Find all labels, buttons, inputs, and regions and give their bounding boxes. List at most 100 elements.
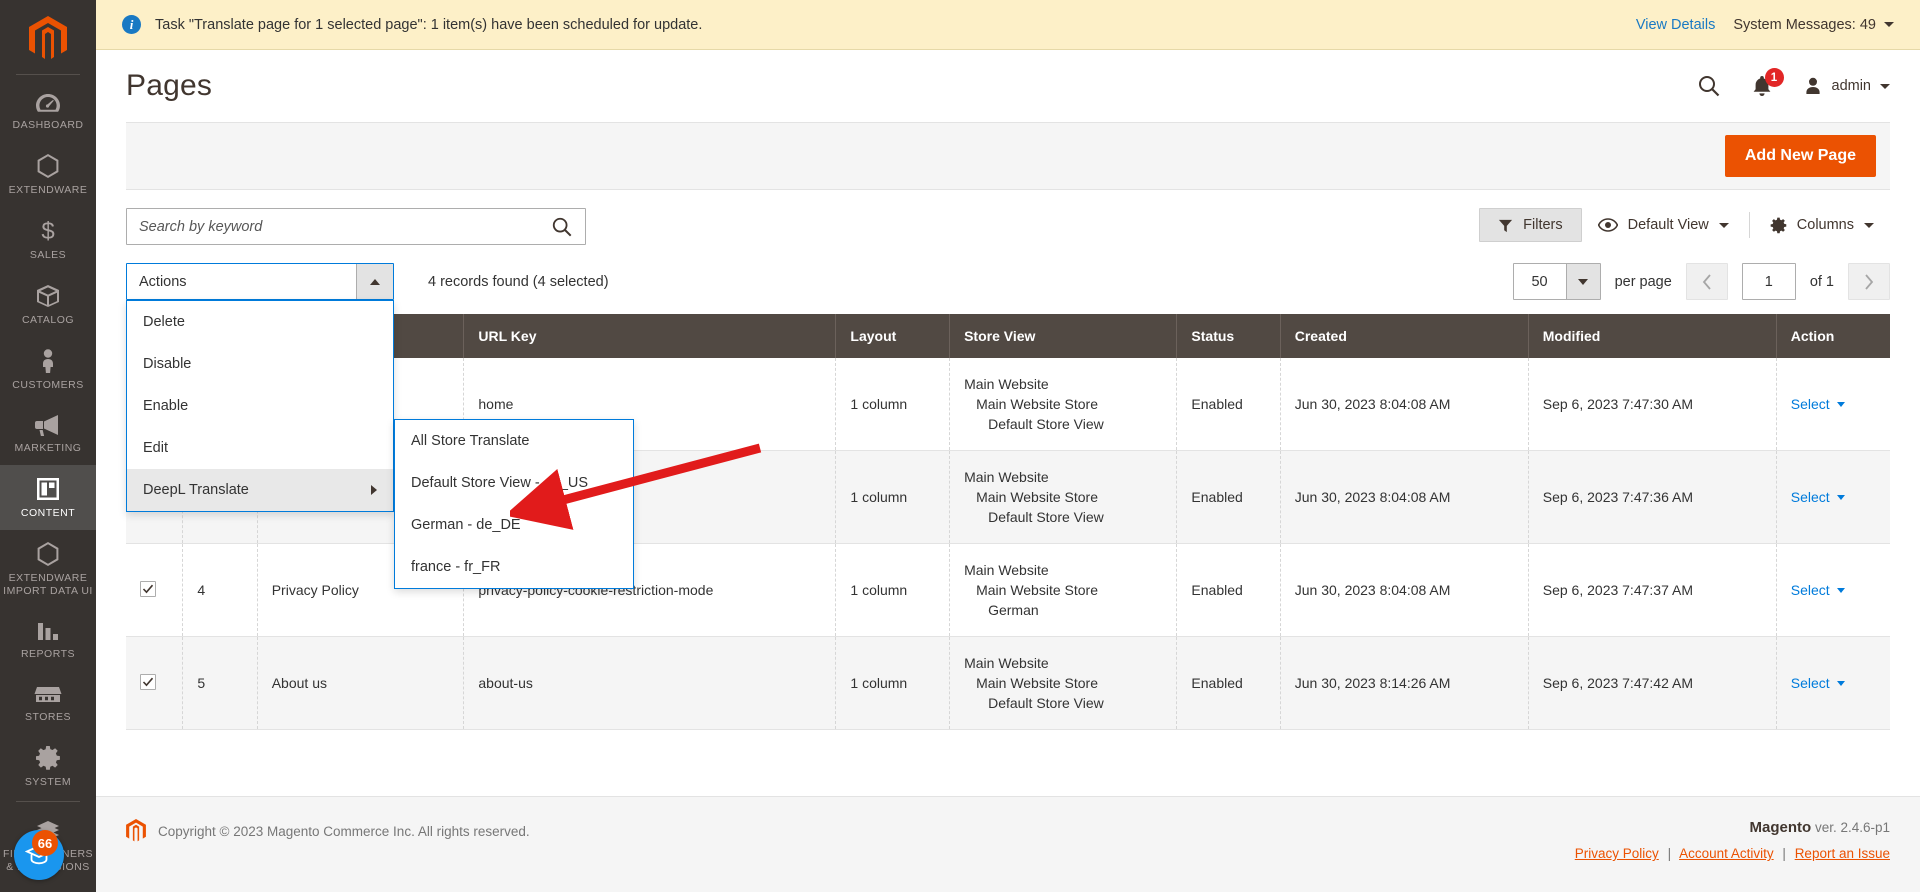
row-checkbox[interactable] bbox=[140, 581, 156, 597]
footer-link-report-an-issue[interactable]: Report an Issue bbox=[1795, 846, 1890, 861]
per-page-select[interactable]: 50 bbox=[1512, 263, 1601, 300]
row-url-key: about-us bbox=[463, 636, 837, 730]
next-page-button[interactable] bbox=[1848, 263, 1890, 300]
row-action-cell[interactable]: Select bbox=[1776, 358, 1890, 451]
store-view-view: Default Store View bbox=[988, 695, 1104, 711]
row-action-cell[interactable]: Select bbox=[1776, 543, 1890, 637]
footer-link-account-activity[interactable]: Account Activity bbox=[1679, 846, 1774, 861]
column-header-store-view[interactable]: Store View bbox=[949, 314, 1178, 358]
row-select-label: Select bbox=[1790, 396, 1830, 412]
current-page-input[interactable] bbox=[1741, 263, 1796, 300]
sidebar-item-catalog[interactable]: CATALOG bbox=[0, 272, 96, 337]
store-view-website: Main Website bbox=[964, 469, 1049, 485]
column-header-layout[interactable]: Layout bbox=[835, 314, 951, 358]
row-created: Jun 30, 2023 8:04:08 AM bbox=[1280, 358, 1529, 451]
system-messages-label: System Messages: 49 bbox=[1733, 16, 1876, 33]
submenu-item-default-store-view[interactable]: Default Store View - en_US bbox=[395, 462, 633, 504]
row-status: Enabled bbox=[1176, 358, 1281, 451]
submenu-item-german[interactable]: German - de_DE bbox=[395, 504, 633, 546]
search-input[interactable] bbox=[139, 218, 551, 235]
sidebar-item-label: CATALOG bbox=[21, 314, 75, 326]
sidebar-item-reports[interactable]: REPORTS bbox=[0, 608, 96, 671]
page-actions-strip: Add New Page bbox=[126, 122, 1890, 190]
column-header-url-key[interactable]: URL Key bbox=[463, 314, 837, 358]
sidebar-item-extendware-import-data-ui[interactable]: EXTENDWARE IMPORT DATA UI bbox=[0, 530, 96, 608]
column-header-action[interactable]: Action bbox=[1776, 314, 1890, 358]
page-header: Pages 1 admin bbox=[96, 50, 1920, 122]
notifications-button[interactable]: 1 bbox=[1751, 68, 1784, 98]
sidebar-item-content[interactable]: CONTENT bbox=[0, 465, 96, 530]
row-select-dropdown[interactable]: Select bbox=[1791, 487, 1845, 507]
admin-user-menu[interactable]: admin bbox=[1803, 76, 1890, 96]
view-details-link[interactable]: View Details bbox=[1636, 17, 1716, 33]
row-layout: 1 column bbox=[835, 358, 951, 451]
grid-controls-row: Actions Delete Disable Enable Edit DeepL… bbox=[126, 263, 1890, 589]
per-page-value: 50 bbox=[1531, 273, 1548, 290]
search-icon[interactable] bbox=[551, 216, 573, 238]
default-view-dropdown[interactable]: Default View bbox=[1582, 209, 1745, 241]
row-action-cell[interactable]: Select bbox=[1776, 450, 1890, 544]
chevron-down-icon bbox=[1836, 680, 1845, 686]
store-view-store: Main Website Store bbox=[976, 489, 1098, 505]
footer-link-separator: | bbox=[1782, 846, 1786, 861]
menu-item-deepl-translate[interactable]: DeepL Translate bbox=[127, 469, 393, 511]
mass-actions-toggle[interactable] bbox=[356, 264, 393, 299]
table-row[interactable]: 4 Privacy Policy privacy-policy-cookie-r… bbox=[126, 543, 1890, 637]
sidebar-item-label: DASHBOARD bbox=[12, 119, 84, 131]
magento-logo[interactable] bbox=[0, 6, 96, 72]
columns-dropdown[interactable]: Columns bbox=[1754, 209, 1890, 242]
chevron-down-icon bbox=[1718, 222, 1729, 228]
sidebar-item-system[interactable]: SYSTEM bbox=[0, 734, 96, 799]
submenu-item-france[interactable]: france - fr_FR bbox=[395, 546, 633, 588]
storefront-icon bbox=[34, 687, 62, 702]
menu-item-label: DeepL Translate bbox=[143, 482, 249, 498]
row-checkbox-cell[interactable] bbox=[126, 543, 184, 637]
sidebar-item-dashboard[interactable]: DASHBOARD bbox=[0, 81, 96, 142]
add-new-page-button[interactable]: Add New Page bbox=[1724, 135, 1876, 177]
row-store-view: Main Website Main Website Store Default … bbox=[949, 450, 1178, 544]
row-select-dropdown[interactable]: Select bbox=[1791, 394, 1845, 414]
chevron-down-icon bbox=[1880, 83, 1890, 89]
system-messages-dropdown[interactable]: System Messages: 49 bbox=[1733, 17, 1894, 33]
column-header-created[interactable]: Created bbox=[1280, 314, 1529, 358]
row-checkbox-cell[interactable] bbox=[126, 636, 184, 730]
menu-item-edit[interactable]: Edit bbox=[127, 427, 393, 469]
sidebar-item-sales[interactable]: $ SALES bbox=[0, 207, 96, 272]
per-page-toggle[interactable] bbox=[1565, 264, 1600, 299]
column-header-status[interactable]: Status bbox=[1176, 314, 1281, 358]
row-id: 5 bbox=[182, 636, 258, 730]
hexagon-icon bbox=[37, 542, 59, 566]
footer-link-privacy-policy[interactable]: Privacy Policy bbox=[1575, 846, 1659, 861]
table-row[interactable]: 5 About us about-us 1 column Main Websit… bbox=[126, 636, 1890, 730]
menu-item-delete[interactable]: Delete bbox=[127, 301, 393, 343]
sidebar: DASHBOARD EXTENDWARE $ SALES CATALOG CUS… bbox=[0, 0, 96, 892]
row-action-cell[interactable]: Select bbox=[1776, 636, 1890, 730]
menu-item-disable[interactable]: Disable bbox=[127, 343, 393, 385]
person-icon bbox=[43, 349, 53, 373]
submenu-item-all-store-translate[interactable]: All Store Translate bbox=[395, 420, 633, 462]
help-badge-count: 66 bbox=[32, 830, 58, 856]
submenu-item-label: Default Store View - en_US bbox=[411, 475, 589, 491]
row-select-dropdown[interactable]: Select bbox=[1791, 580, 1845, 600]
sidebar-item-extendware[interactable]: EXTENDWARE bbox=[0, 142, 96, 207]
row-checkbox[interactable] bbox=[140, 674, 156, 690]
row-title: About us bbox=[257, 636, 465, 730]
sidebar-item-marketing[interactable]: MARKETING bbox=[0, 402, 96, 465]
menu-item-label: Edit bbox=[143, 440, 168, 456]
filters-button[interactable]: Filters bbox=[1479, 208, 1582, 242]
megaphone-icon bbox=[35, 415, 58, 436]
row-id: 4 bbox=[182, 543, 258, 637]
mass-actions-select[interactable]: Actions bbox=[126, 263, 394, 300]
store-view-view: Default Store View bbox=[988, 509, 1104, 525]
records-found-label: 4 records found (4 selected) bbox=[428, 273, 609, 290]
previous-page-button[interactable] bbox=[1685, 263, 1728, 300]
row-select-dropdown[interactable]: Select bbox=[1791, 673, 1845, 693]
global-search-button[interactable] bbox=[1697, 74, 1721, 98]
sidebar-item-stores[interactable]: STORES bbox=[0, 671, 96, 734]
search-by-keyword-box[interactable] bbox=[126, 208, 586, 245]
column-header-modified[interactable]: Modified bbox=[1528, 314, 1777, 358]
grid-pagination: 50 per page of 1 bbox=[1512, 263, 1890, 300]
sidebar-item-customers[interactable]: CUSTOMERS bbox=[0, 337, 96, 402]
menu-item-enable[interactable]: Enable bbox=[127, 385, 393, 427]
sidebar-item-label: SALES bbox=[29, 249, 67, 261]
